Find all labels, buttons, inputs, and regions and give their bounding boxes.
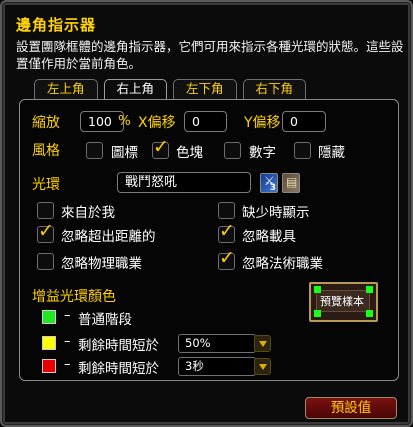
- chevron-down-icon[interactable]: [254, 335, 271, 352]
- checkmark-icon: ✓: [219, 220, 235, 242]
- tab-top-right[interactable]: 右上角: [103, 79, 168, 100]
- style-icon-label: 圖標: [111, 145, 138, 161]
- scale-unit: %: [118, 113, 131, 129]
- dash-text: –: [64, 308, 71, 323]
- checkmark-icon: ✓: [219, 247, 235, 269]
- corner-indicator-top-left: [314, 286, 321, 293]
- x-offset-label: X偏移: [138, 115, 176, 131]
- ignore-out-of-range-label: 忽略超出距離的: [61, 229, 156, 245]
- dash-text: –: [64, 357, 71, 372]
- sword-icon[interactable]: ⚔ 3: [260, 173, 278, 193]
- aura-input[interactable]: 戰鬥怒吼: [117, 172, 251, 193]
- settings-panel: 縮放 100 % X偏移 0 Y偏移 0 風格 圖標 ✓ 色塊 數字 隱藏 光環…: [19, 99, 399, 381]
- x-offset-input[interactable]: 0: [184, 111, 227, 132]
- default-button[interactable]: 預設值: [305, 397, 397, 419]
- tab-bottom-left[interactable]: 左下角: [173, 79, 237, 99]
- tab-top-left[interactable]: 左上角: [34, 79, 98, 99]
- very-short-time-color-swatch[interactable]: [42, 359, 56, 373]
- ignore-vehicle-label: 忽略載具: [242, 229, 296, 245]
- corner-indicator-top-right: [366, 286, 373, 293]
- window-description: 設置團隊框體的邊角指示器，它們可用來指示各種光環的狀態。這些設置僅作用於當前角色…: [16, 39, 404, 71]
- corner-indicator-bottom-left: [314, 310, 321, 317]
- style-color-block-checkbox[interactable]: ✓: [152, 136, 169, 159]
- normal-color-swatch[interactable]: [42, 310, 56, 324]
- short-time-label: 剩餘時間短於: [78, 338, 159, 354]
- show-missing-label: 缺少時顯示: [242, 205, 310, 221]
- style-hidden-checkbox[interactable]: [294, 142, 311, 159]
- dash-text: –: [64, 334, 71, 349]
- style-hidden-label: 隱藏: [318, 145, 345, 161]
- style-label: 風格: [32, 143, 60, 159]
- chevron-down-icon[interactable]: [254, 358, 271, 375]
- short-time-percent-dropdown[interactable]: 50%: [178, 334, 256, 353]
- from-me-checkbox[interactable]: [37, 202, 54, 219]
- ignore-caster-class-checkbox[interactable]: ✓: [218, 247, 235, 270]
- ignore-physical-class-label: 忽略物理職業: [61, 256, 142, 272]
- checkmark-icon: ✓: [153, 136, 169, 158]
- short-time-seconds-dropdown[interactable]: 3秒: [178, 357, 256, 376]
- short-time-color-swatch[interactable]: [42, 336, 56, 350]
- y-offset-input[interactable]: 0: [282, 111, 326, 132]
- ignore-out-of-range-checkbox[interactable]: ✓: [37, 220, 54, 243]
- aura-badge: 3: [269, 183, 276, 193]
- style-number-checkbox[interactable]: [224, 142, 241, 159]
- options-window: 邊角指示器 設置團隊框體的邊角指示器，它們可用來指示各種光環的狀態。這些設置僅作…: [0, 0, 413, 427]
- style-icon-checkbox[interactable]: [86, 142, 103, 159]
- style-number-label: 數字: [249, 145, 276, 161]
- checkmark-icon: ✓: [38, 220, 54, 242]
- window-title: 邊角指示器: [16, 16, 97, 34]
- gain-colors-label: 增益光環顏色: [32, 289, 116, 305]
- very-short-time-label: 剩餘時間短於: [78, 361, 159, 377]
- ignore-physical-class-checkbox[interactable]: [37, 253, 54, 270]
- from-me-label: 來自於我: [61, 205, 115, 221]
- ignore-vehicle-checkbox[interactable]: ✓: [218, 220, 235, 243]
- ignore-caster-class-label: 忽略法術職業: [242, 256, 323, 272]
- preview-sample: ☾ 預覽樣本: [309, 282, 378, 322]
- style-color-block-label: 色塊: [176, 145, 203, 161]
- tab-bottom-right[interactable]: 右下角: [242, 79, 307, 99]
- scale-label: 縮放: [32, 115, 60, 131]
- corner-tabs: 左上角 右上角 左下角 右下角: [34, 79, 307, 100]
- y-offset-label: Y偏移: [244, 115, 281, 131]
- preview-label: 預覽樣本: [320, 295, 364, 308]
- scroll-icon[interactable]: ▤: [282, 173, 300, 193]
- corner-indicator-bottom-right: [366, 310, 373, 317]
- show-missing-checkbox[interactable]: [218, 202, 235, 219]
- normal-phase-label: 普通階段: [78, 312, 132, 328]
- aura-label: 光環: [32, 177, 60, 193]
